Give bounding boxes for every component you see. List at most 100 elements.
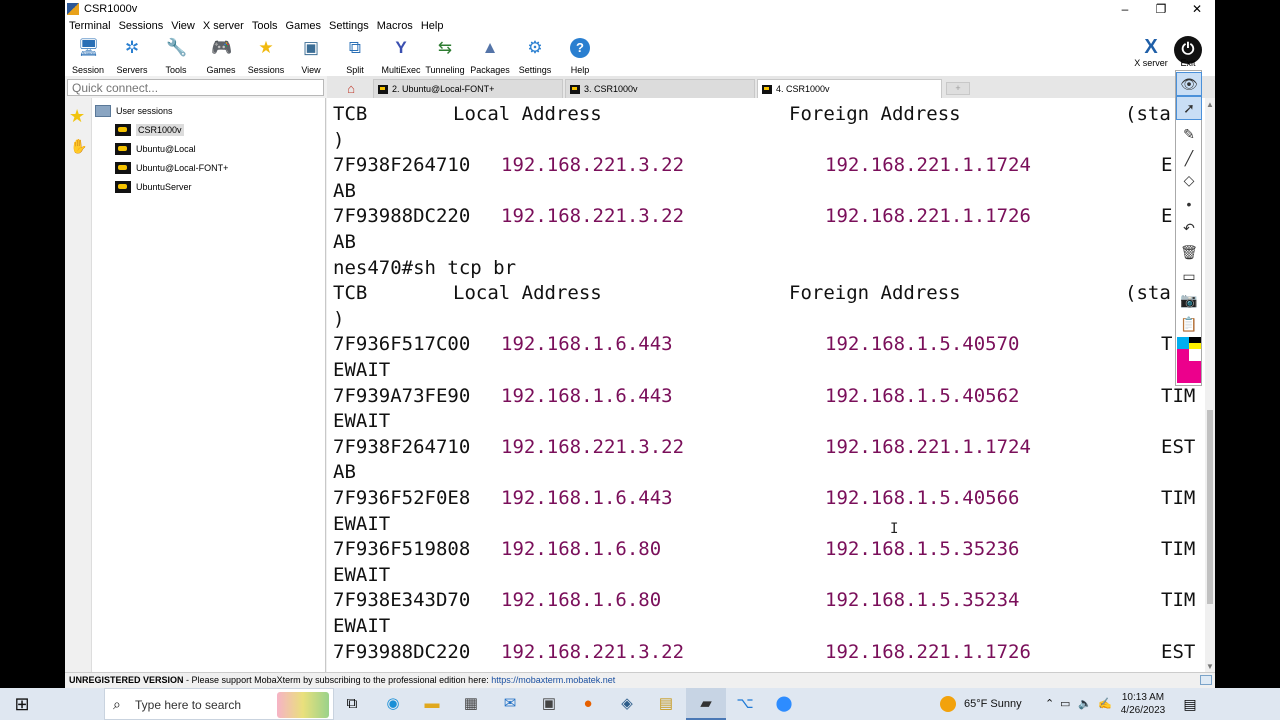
clipboard-icon[interactable]: 📋 [1177,313,1201,335]
notification-icon[interactable]: ▤ [1180,688,1200,720]
mobatek-link[interactable]: https://mobaxterm.mobatek.net [491,675,615,685]
foreign-address: 192.168.221.1.1726 [825,640,1031,663]
store-icon[interactable]: ▦ [451,688,491,720]
menu-macros[interactable]: Macros [373,20,417,32]
dot-icon[interactable]: • [1177,193,1201,215]
eye-icon[interactable]: 👁 [1176,72,1202,96]
connection-state: TIM [1161,538,1196,561]
menu-view[interactable]: View [167,20,199,32]
terminal-text: AB [333,231,356,253]
view-button[interactable]: ▣ View [288,36,334,75]
servers-button[interactable]: ✲ Servers [109,36,155,75]
file-explorer-icon[interactable]: ▬ [412,688,452,720]
help-button[interactable]: ? Help [557,36,603,75]
windows-start-icon[interactable]: ⊞ [0,688,44,720]
annotation-toolbar: 👁 ➚ ✎ ╱ ◇ • ↶ 🗑 ▭ 📷 📋 [1175,70,1202,386]
terminal-output[interactable]: TCB Local Address Foreign Address (sta) 7F93… [327,98,1205,672]
system-clock[interactable]: 10:13 AM 4/26/2023 [1118,691,1168,717]
menu-sessions[interactable]: Sessions [115,20,168,32]
session-item-ubuntu-local[interactable]: Ubuntu@Local [115,141,196,157]
app-26-icon[interactable]: ▤ [646,688,686,720]
menu-tools[interactable]: Tools [248,20,282,32]
tab-csr1000v-3[interactable]: 3. CSR1000v [565,79,755,98]
color-swatches[interactable] [1177,337,1201,383]
menu-games[interactable]: Games [282,20,325,32]
column-header-local: Local Address [453,282,602,305]
scrollbar-thumb[interactable] [1207,410,1213,604]
column-header-tcb: TCB [333,282,368,305]
search-icon: ⌕ [113,696,121,712]
quick-connect-input[interactable] [67,79,324,96]
tunneling-button[interactable]: ⇆ Tunneling [422,36,468,75]
camera-icon[interactable]: 📷 [1177,289,1201,311]
pen-icon[interactable]: ✎ [1177,123,1201,145]
task-view-icon[interactable]: ⧉ [332,688,372,720]
packages-button[interactable]: ▲ Packages [467,36,513,75]
terminal-line: 7F93988DC220 192.168.221.3.22 192.168.221.… [333,640,1203,665]
quick-connect-bar [65,76,327,98]
tools-sidebar-icon[interactable]: ✋ [70,138,88,162]
tools-icon: 🔧 [166,38,188,57]
plus-icon: + [955,83,961,93]
sessions-button[interactable]: ★ Sessions [243,36,289,75]
scroll-up-icon[interactable]: ▲ [1206,100,1214,109]
volume-icon[interactable]: 🔈 [1078,688,1092,720]
session-item-ubuntu-local-font[interactable]: Ubuntu@Local-FONT+ [115,160,228,176]
menu-terminal[interactable]: Terminal [65,20,115,32]
maximize-icon[interactable]: ❐ [1143,0,1179,18]
network-icon[interactable]: ▭ [1060,688,1070,720]
session-item-csr1000v[interactable]: CSR1000v [115,122,184,138]
close-icon[interactable]: ✕ [1179,0,1215,18]
snip-icon[interactable]: ▣ [529,688,569,720]
terminal-scrollbar[interactable]: ▲ ▼ [1205,98,1215,672]
mobaxterm-taskbar-icon[interactable]: ▰ [686,688,726,720]
search-placeholder: Type here to search [135,698,242,712]
session-item-ubuntuserver[interactable]: UbuntuServer [115,179,192,195]
scroll-down-icon[interactable]: ▼ [1206,662,1214,671]
terminal-line: 7F938F264710 192.168.221.3.22 192.168.221.… [333,435,1203,460]
weather-text[interactable]: 65°F Sunny [964,688,1022,720]
pointer-icon[interactable]: ➚ [1176,96,1202,120]
games-button[interactable]: 🎮 Games [198,36,244,75]
undo-icon[interactable]: ↶ [1177,217,1201,239]
new-tab-button[interactable]: + [946,82,970,95]
zoom-icon[interactable]: ⬤ [764,688,804,720]
board-icon[interactable]: ▭ [1177,265,1201,287]
local-address: 192.168.221.3.22 [501,435,685,458]
line-icon[interactable]: ╱ [1177,147,1201,169]
favorites-star-icon[interactable]: ★ [69,106,85,127]
tab-csr1000v-4[interactable]: 4. CSR1000v [757,79,942,98]
pen-tray-icon[interactable]: ✍ [1098,688,1112,720]
edge-icon[interactable]: ◉ [373,688,413,720]
tcb-id: 7F936F517C00 [333,333,471,356]
foreign-address: 192.168.221.1.1724 [825,435,1031,458]
minimize-icon[interactable]: – [1107,0,1143,18]
home-tab[interactable]: ⌂ [337,79,365,98]
taskbar-search[interactable]: ⌕ Type here to search [104,688,334,720]
tray-chevron-icon[interactable]: ⌃ [1045,688,1054,720]
foreign-address: 192.168.1.5.40570 [825,333,1020,356]
menu-help[interactable]: Help [417,20,448,32]
menu-settings[interactable]: Settings [325,20,373,32]
xserver-button[interactable]: X X server [1131,36,1171,74]
exit-button[interactable]: ⏻ Exit [1173,36,1203,74]
eraser-icon[interactable]: ◇ [1177,169,1201,191]
vscode-icon[interactable]: ⌥ [725,688,765,720]
settings-button[interactable]: ⚙ Settings [512,36,558,75]
tab-ubuntu-local-font[interactable]: 2. Ubuntu@Local-FONT+ [373,79,563,98]
user-sessions-folder[interactable]: User sessions [95,104,173,118]
split-button[interactable]: ⧉ Split [332,36,378,75]
session-button[interactable]: 🖥 Session [65,36,111,75]
foreign-address: 192.168.1.5.40562 [825,384,1020,407]
multiexec-button[interactable]: Y MultiExec [378,36,424,75]
home-icon: ⌂ [347,81,355,96]
column-header-state: (sta [1125,103,1171,125]
mail-icon[interactable]: ✉ [490,688,530,720]
sessions-sidebar: User sessions CSR1000v Ubuntu@Local Ubun… [92,98,326,672]
tools-button[interactable]: 🔧 Tools [153,36,199,75]
menu-xserver[interactable]: X server [199,20,248,32]
terminal-line: 7F938F264710 192.168.221.3.22 192.168.221.… [333,153,1203,178]
trash-icon[interactable]: 🗑 [1177,241,1201,263]
firefox-icon[interactable]: ● [568,688,608,720]
virtualbox-icon[interactable]: ◈ [607,688,647,720]
